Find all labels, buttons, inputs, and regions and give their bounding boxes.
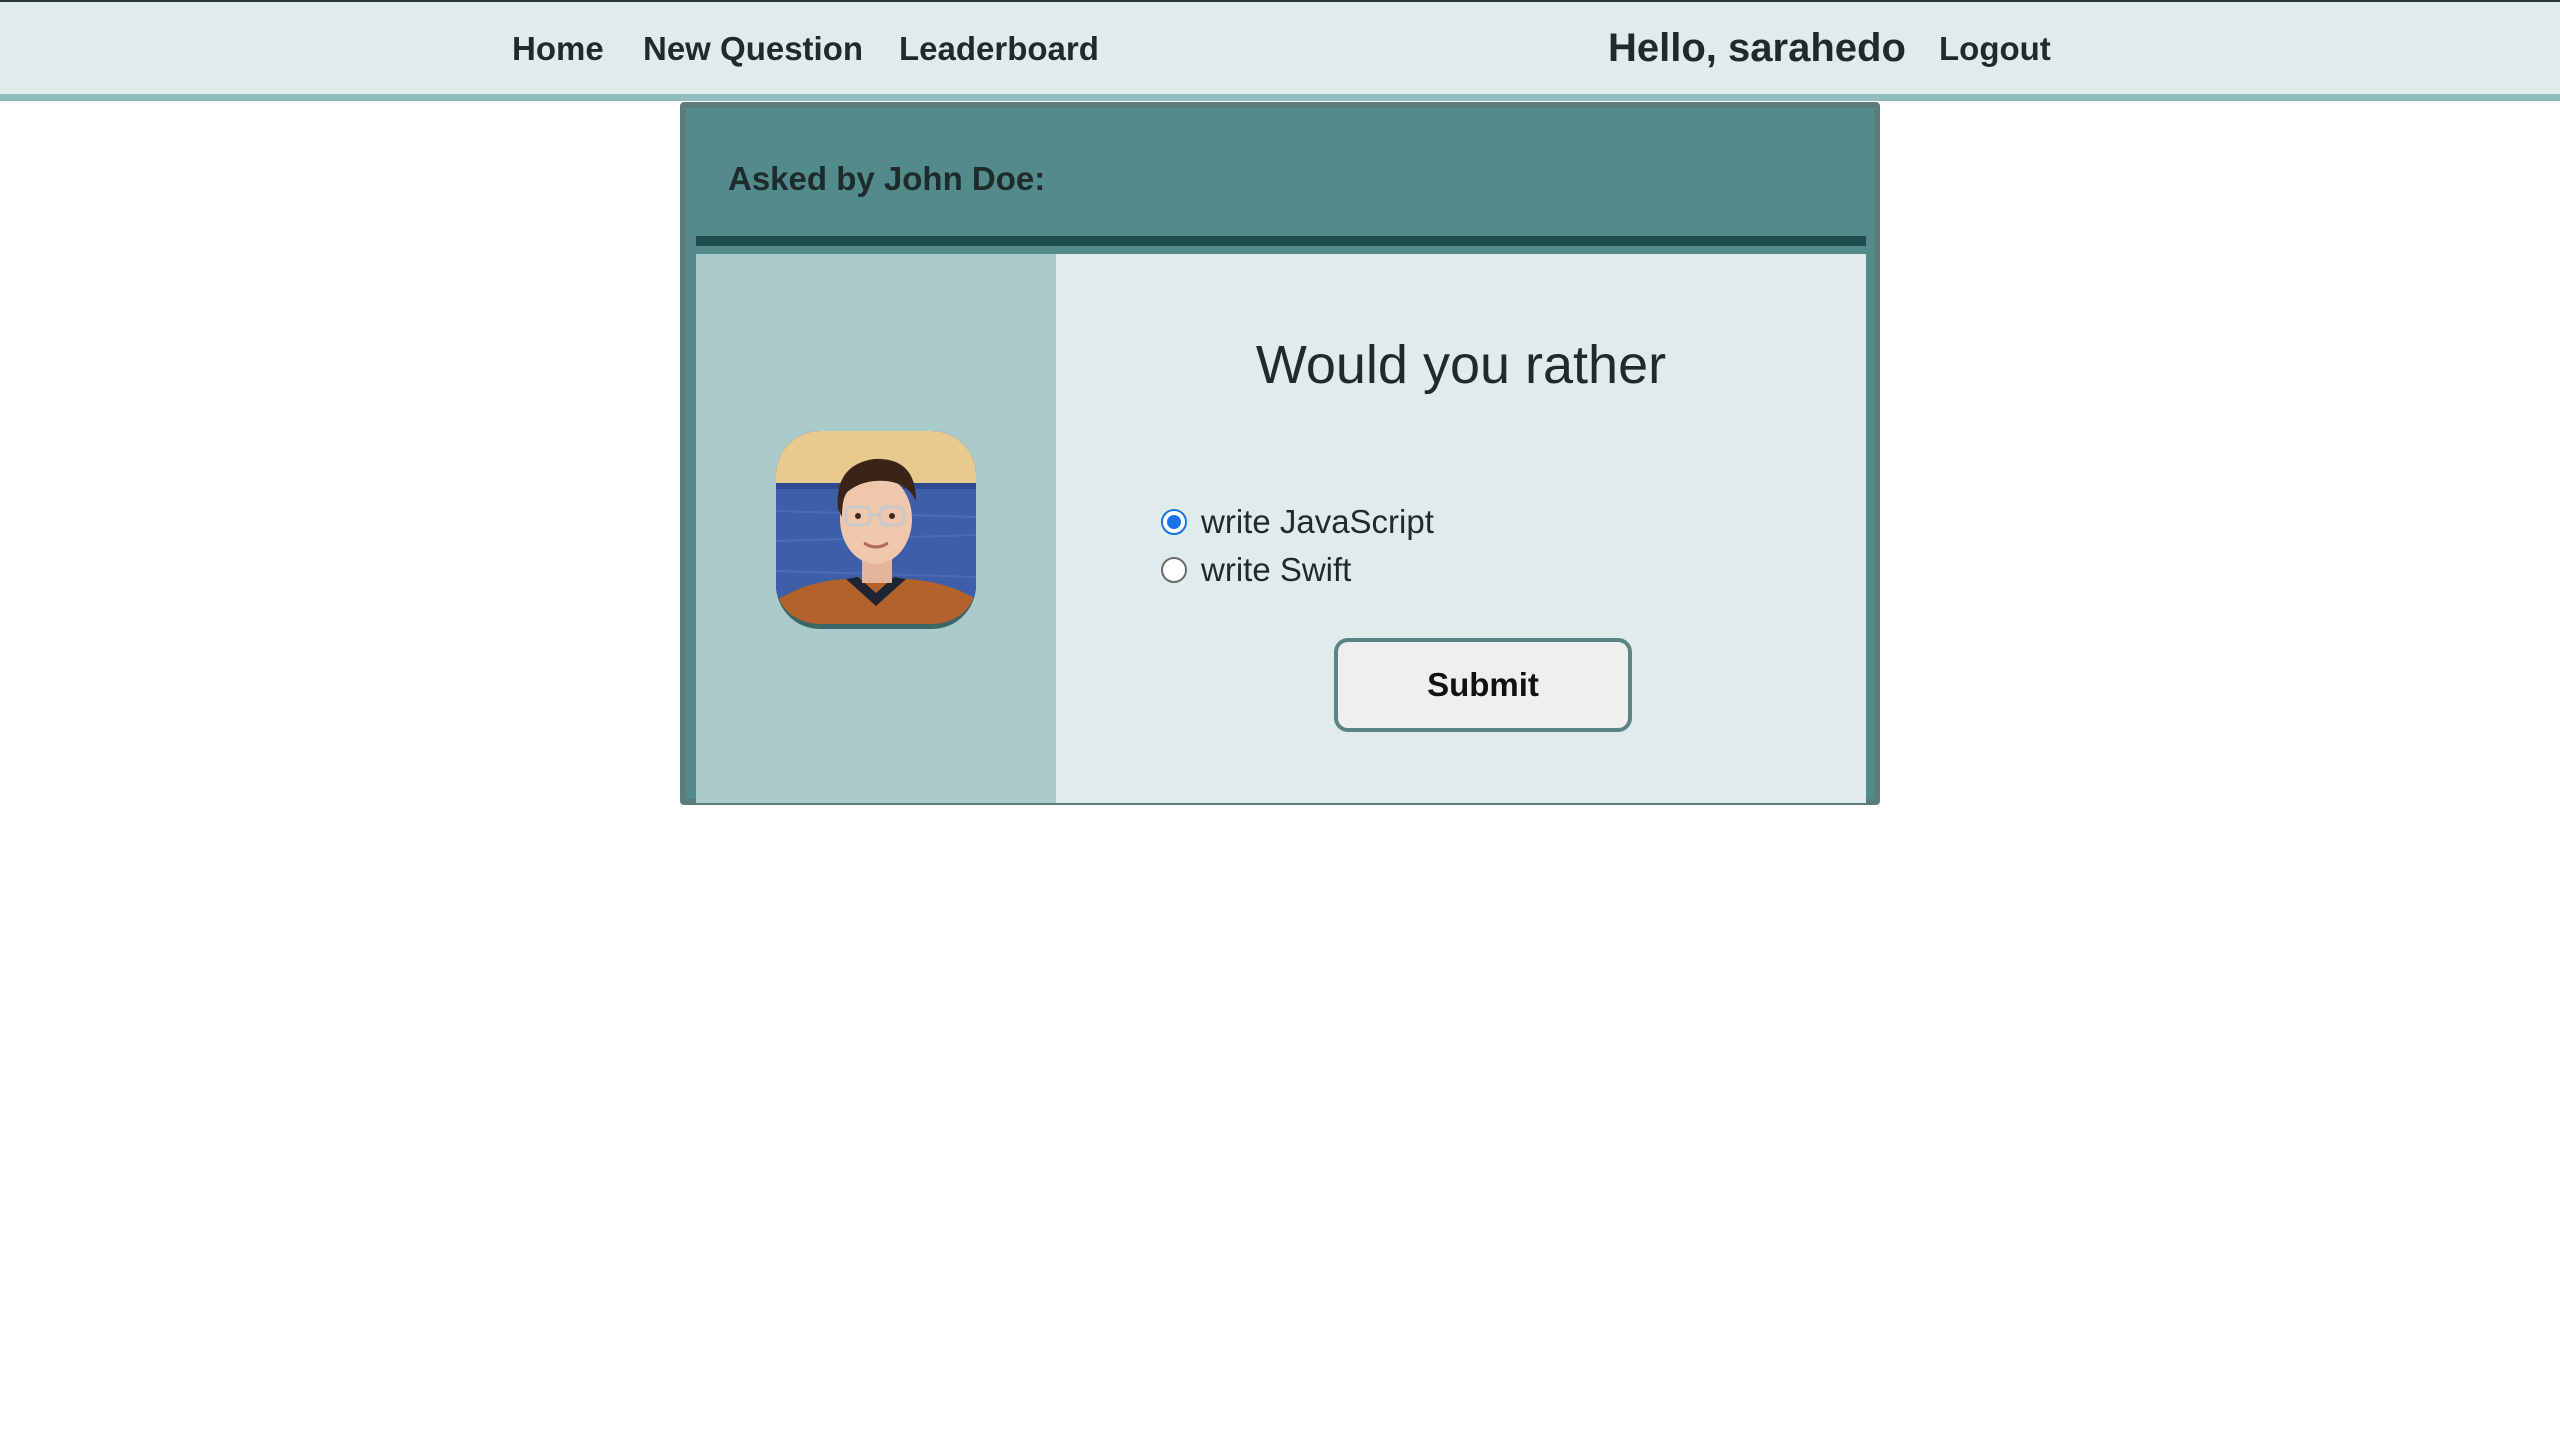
author-avatar <box>776 431 976 629</box>
option-swift-radio[interactable] <box>1161 557 1187 583</box>
option-swift[interactable]: write Swift <box>1161 550 1351 590</box>
logout-link[interactable]: Logout <box>1939 30 2051 68</box>
question-title: Would you rather <box>1255 335 1667 395</box>
user-greeting: Hello, sarahedo <box>1608 26 1906 70</box>
nav-home-link[interactable]: Home <box>512 30 604 68</box>
submit-button[interactable]: Submit <box>1334 638 1632 732</box>
nav-new-question-link[interactable]: New Question <box>643 30 863 68</box>
question-panel: Would you rather write JavaScript write … <box>1056 254 1866 803</box>
poll-card: Asked by John Doe: Would you rather writ… <box>680 102 1880 805</box>
option-javascript[interactable]: write JavaScript <box>1161 502 1434 542</box>
poll-card-header: Asked by John Doe: <box>696 108 1866 246</box>
option-javascript-label: write JavaScript <box>1201 503 1434 540</box>
option-swift-label: write Swift <box>1201 551 1352 588</box>
author-avatar-panel <box>696 254 1056 803</box>
nav-leaderboard-link[interactable]: Leaderboard <box>899 30 1099 68</box>
top-navbar: Home New Question Leaderboard Hello, sar… <box>0 0 2560 101</box>
asked-by-label: Asked by John Doe: <box>728 160 1046 197</box>
poll-card-body: Would you rather write JavaScript write … <box>696 254 1866 803</box>
option-javascript-radio[interactable] <box>1161 509 1187 535</box>
